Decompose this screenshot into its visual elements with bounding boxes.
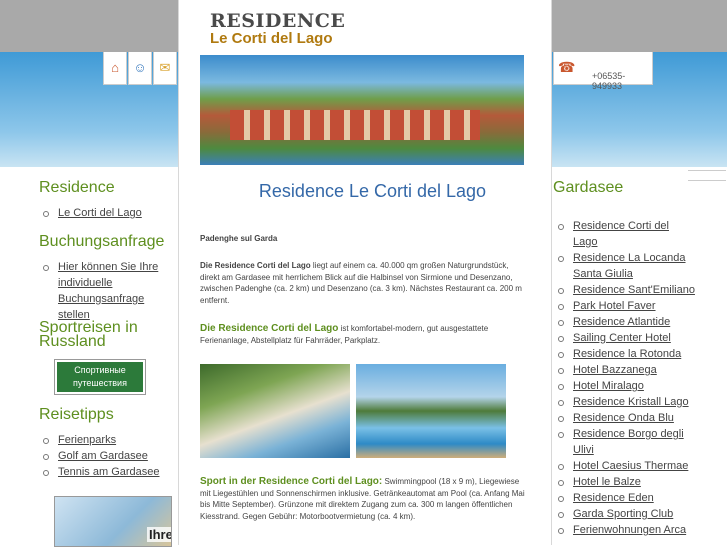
list-item[interactable]: Hier können Sie Ihre individuelle Buchun… bbox=[30, 259, 178, 323]
hotel-link[interactable]: Residence Corti del Lago bbox=[573, 220, 669, 248]
home-icon: ⌂ bbox=[111, 60, 119, 75]
hotel-link[interactable]: Residence Onda Blu bbox=[573, 412, 674, 424]
list-item[interactable]: Garda Sporting Club bbox=[545, 506, 695, 522]
location-label: Padenghe sul Garda bbox=[200, 234, 278, 243]
residence-aerial-photo bbox=[200, 55, 524, 165]
hotel-link[interactable]: Hotel le Balze bbox=[573, 476, 641, 488]
hotel-link[interactable]: Sailing Center Hotel bbox=[573, 332, 671, 344]
section-list: Ferienparks Golf am Gardasee Tennis am G… bbox=[30, 432, 178, 480]
list-item[interactable]: Residence la Rotonda bbox=[545, 346, 695, 362]
sidebar-link[interactable]: Hier können Sie Ihre individuelle Buchun… bbox=[58, 261, 158, 321]
list-item[interactable]: Residence Sant'Emiliano bbox=[545, 282, 695, 298]
logo-subtitle[interactable]: Le Corti del Lago bbox=[210, 30, 333, 47]
list-item[interactable]: Hotel Miralago bbox=[545, 378, 695, 394]
list-item[interactable]: Residence La Locanda Santa Giulia bbox=[545, 250, 695, 282]
hotel-link[interactable]: Garda Sporting Club bbox=[573, 508, 673, 520]
list-item[interactable]: Residence Borgo degli Ulivi bbox=[545, 426, 695, 458]
hotel-link[interactable]: Residence Kristall Lago bbox=[573, 396, 689, 408]
page-title: Residence Le Corti del Lago bbox=[258, 181, 487, 201]
list-item[interactable]: Hotel le Balze bbox=[545, 474, 695, 490]
hotel-link[interactable]: Residence la Rotonda bbox=[573, 348, 681, 360]
section-title: Sportreisen in Russland bbox=[39, 319, 138, 350]
intro-paragraph: Die Residence Corti del Lago liegt auf e… bbox=[200, 260, 530, 306]
section-title: Residence bbox=[39, 179, 115, 196]
right-edge-divider bbox=[688, 170, 726, 171]
facilities-paragraph: Die Residence Corti del Lago ist komfort… bbox=[200, 323, 530, 346]
list-item[interactable]: Hotel Bazzanega bbox=[545, 362, 695, 378]
list-item[interactable]: Hotel Caesius Thermae bbox=[545, 458, 695, 474]
people-tab[interactable]: ☺ bbox=[128, 52, 152, 85]
hotel-link[interactable]: Hotel Caesius Thermae bbox=[573, 460, 688, 472]
list-item[interactable]: Residence Kristall Lago bbox=[545, 394, 695, 410]
list-item[interactable]: Park Hotel Faver bbox=[545, 298, 695, 314]
mail-tab[interactable]: ✉ bbox=[153, 52, 177, 85]
list-item[interactable]: Golf am Gardasee bbox=[30, 448, 178, 464]
facilities-strong: Die Residence Corti del Lago bbox=[200, 323, 339, 334]
gardasee-list: Residence Corti del Lago Residence La Lo… bbox=[545, 218, 695, 538]
list-item[interactable]: Residence Onda Blu bbox=[545, 410, 695, 426]
list-item[interactable]: Ferienparks bbox=[30, 432, 178, 448]
hotel-link[interactable]: Residence Atlantide bbox=[573, 316, 670, 328]
section-title: Buchungsanfrage bbox=[39, 233, 165, 250]
section-list: Hier können Sie Ihre individuelle Buchun… bbox=[30, 259, 178, 323]
hotel-link[interactable]: Residence Borgo degli Ulivi bbox=[573, 428, 684, 456]
map-label: Ihre bbox=[147, 527, 171, 542]
sport-strong: Sport in der Residence Corti del Lago: bbox=[200, 476, 383, 487]
hotel-link[interactable]: Park Hotel Faver bbox=[573, 300, 656, 312]
pool-photo bbox=[356, 364, 506, 458]
list-item[interactable]: Sailing Center Hotel bbox=[545, 330, 695, 346]
list-item[interactable]: Le Corti del Lago bbox=[30, 205, 178, 221]
logo-residence[interactable]: RESIDENCE bbox=[210, 10, 345, 32]
home-tab[interactable]: ⌂ bbox=[103, 52, 127, 85]
people-icon: ☺ bbox=[133, 60, 147, 75]
hotel-link[interactable]: Residence La Locanda Santa Giulia bbox=[573, 252, 686, 280]
beach-photo bbox=[200, 364, 350, 458]
hotel-link[interactable]: Hotel Miralago bbox=[573, 380, 644, 392]
sport-paragraph: Sport in der Residence Corti del Lago: S… bbox=[200, 476, 530, 522]
phone-icon: ☎ bbox=[558, 59, 576, 75]
list-item[interactable]: Residence Eden bbox=[545, 490, 695, 506]
phone-number: +06535-949933 bbox=[592, 71, 626, 91]
list-item[interactable]: Ferienwohnungen Arca bbox=[545, 522, 695, 538]
sidebar-link[interactable]: Ferienparks bbox=[58, 434, 116, 446]
list-item[interactable]: Residence Atlantide bbox=[545, 314, 695, 330]
hotel-link[interactable]: Residence Sant'Emiliano bbox=[573, 284, 695, 296]
intro-strong: Die Residence Corti del Lago bbox=[200, 261, 311, 270]
sport-russia-banner[interactable]: Спортивные путешествия bbox=[54, 359, 146, 395]
phone-tab[interactable]: ☎ +06535-949933 bbox=[553, 52, 653, 91]
sidebar-link[interactable]: Tennis am Gardasee bbox=[58, 466, 160, 478]
hotel-link[interactable]: Residence Eden bbox=[573, 492, 654, 504]
hotel-link[interactable]: Hotel Bazzanega bbox=[573, 364, 657, 376]
banner-line: путешествия bbox=[73, 378, 127, 388]
list-item[interactable]: Tennis am Gardasee bbox=[30, 464, 178, 480]
banner-line: Спортивные bbox=[74, 365, 126, 375]
world-map-banner[interactable]: Ihre bbox=[54, 496, 172, 547]
mail-icon: ✉ bbox=[159, 60, 171, 75]
sidebar-link[interactable]: Le Corti del Lago bbox=[58, 207, 142, 219]
right-edge-divider bbox=[688, 180, 726, 181]
section-title: Reisetipps bbox=[39, 406, 114, 423]
section-title: Gardasee bbox=[553, 179, 624, 196]
sidebar-link[interactable]: Golf am Gardasee bbox=[58, 450, 148, 462]
hotel-link[interactable]: Ferienwohnungen Arca bbox=[573, 524, 686, 536]
section-list: Le Corti del Lago bbox=[30, 205, 178, 221]
list-item[interactable]: Residence Corti del Lago bbox=[545, 218, 695, 250]
